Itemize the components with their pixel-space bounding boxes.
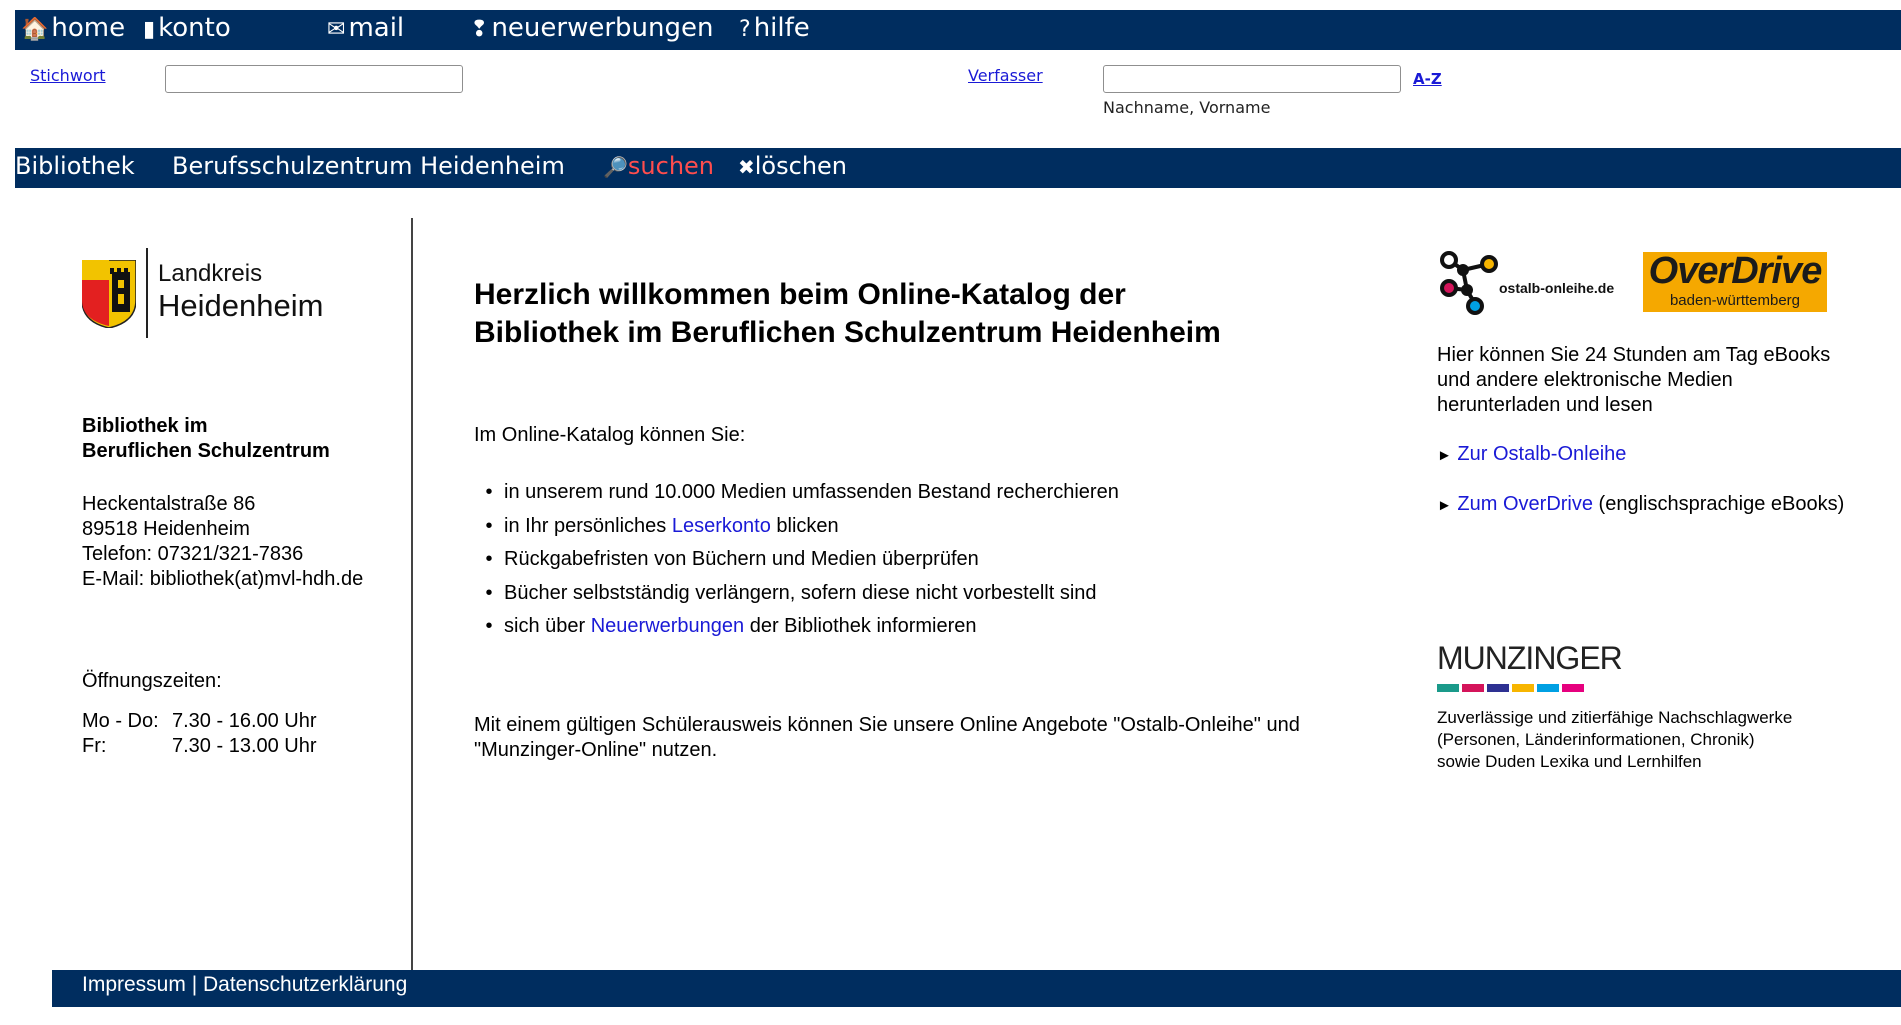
page-title-line2: Bibliothek im Beruflichen Schulzentrum H…: [474, 316, 1221, 349]
stichwort-label-link[interactable]: Stichwort: [30, 66, 106, 85]
ostalb-onleihe-link[interactable]: Zur Ostalb-Onleihe: [1457, 443, 1626, 465]
verfasser-hint: Nachname, Vorname: [1103, 98, 1271, 117]
nav-mail-label: mail: [348, 13, 405, 43]
logo-line1: Landkreis: [158, 260, 263, 287]
impressum-link[interactable]: Impressum: [82, 973, 186, 996]
hours-row: Fr: 7.30 - 13.00 Uhr: [82, 734, 317, 759]
overdrive-logo-text: OverDrive: [1648, 250, 1823, 292]
leserkonto-link[interactable]: Leserkonto: [672, 515, 771, 537]
address-street: Heckentalstraße 86: [82, 493, 256, 515]
clear-button-label: löschen: [754, 152, 848, 180]
library-label: Bibliothek: [15, 152, 135, 180]
account-icon: ▮: [143, 17, 156, 42]
address-email: E-Mail: bibliothek(at)mvl-hdh.de: [82, 568, 364, 590]
verfasser-input[interactable]: [1103, 65, 1401, 93]
az-index-link[interactable]: A-Z: [1413, 70, 1442, 88]
overdrive-item: ► Zum OverDrive (englischsprachige eBook…: [1437, 493, 1845, 515]
nav-home-label: home: [51, 13, 126, 43]
column-divider: [411, 218, 413, 970]
list-item: • in Ihr persönliches Leserkonto blicken: [485, 514, 839, 537]
org-name-line2: Beruflichen Schulzentrum: [82, 440, 330, 462]
hours-days: Fr:: [82, 735, 107, 757]
org-name-line1: Bibliothek im: [82, 415, 208, 437]
student-note: Mit einem gültigen Schülerausweis können…: [474, 714, 1300, 761]
partner-logos: ostalb-onleihe.de OverDrive baden-württe…: [1437, 246, 1829, 318]
feature-list: • in unserem rund 10.000 Medien umfassend…: [474, 476, 1119, 644]
overdrive-logo[interactable]: OverDrive baden-württemberg: [1643, 250, 1827, 312]
overdrive-logo-sub: baden-württemberg: [1669, 292, 1801, 309]
org-name: Bibliothek im Beruflichen Schulzentrum: [82, 414, 330, 464]
logo-line2: Heidenheim: [158, 288, 324, 323]
datenschutz-link[interactable]: Datenschutzerklärung: [203, 973, 407, 996]
top-strip: [0, 0, 1901, 10]
search-button-label: suchen: [627, 152, 715, 180]
library-bar: Bibliothek Berufsschulzentrum Heidenheim…: [15, 148, 1901, 188]
footer-links: Impressum | Datenschutzerklärung: [82, 973, 407, 997]
nav-konto-label: konto: [158, 13, 231, 43]
nav-hilfe[interactable]: ? hilfe: [739, 13, 810, 43]
munzinger-color-bar: [1462, 684, 1484, 692]
munzinger-description: Zuverlässige und zitierfähige Nachschlag…: [1437, 708, 1793, 771]
nav-konto[interactable]: ▮ konto: [143, 13, 231, 43]
munzinger-color-bar: [1562, 684, 1584, 692]
question-icon: ?: [739, 17, 751, 42]
munzinger-color-bar: [1437, 684, 1459, 692]
list-item: • in unserem rund 10.000 Medien umfassend…: [485, 481, 1119, 503]
page-title: Herzlich willkommen beim Online-Katalog …: [474, 276, 1354, 352]
ostalb-onleihe-item: ► Zur Ostalb-Onleihe: [1437, 442, 1857, 468]
footer-separator: |: [185, 973, 203, 996]
top-nav: 🏠 home ▮ konto ✉ mail ❢ neuerwerbungen ? hilf…: [15, 10, 1901, 50]
hours-table: Mo - Do: 7.30 - 16.00 Uhr Fr: 7.30 - 13.00…: [82, 709, 317, 759]
mail-icon: ✉: [327, 17, 346, 42]
logo-divider: [146, 248, 148, 338]
neuerwerbungen-link[interactable]: Neuerwerbungen: [591, 615, 744, 637]
ebook-info: Hier können Sie 24 Stunden am Tag eBooks…: [1437, 344, 1831, 416]
library-select[interactable]: Berufsschulzentrum Heidenheim: [172, 152, 565, 180]
search-button[interactable]: 🔎suchen: [603, 152, 714, 180]
munzinger-color-bar: [1512, 684, 1534, 692]
nav-neuerwerbungen[interactable]: ❢ neuerwerbungen: [470, 13, 713, 43]
nav-neuerwerbungen-label: neuerwerbungen: [491, 13, 714, 43]
search-icon: 🔎: [603, 155, 628, 179]
footer: Impressum | Datenschutzerklärung: [52, 970, 1901, 1007]
arrow-right-icon: ►: [1437, 497, 1452, 514]
munzinger-logo-text: MUNZINGER: [1437, 640, 1623, 676]
nav-home[interactable]: 🏠 home: [21, 13, 125, 43]
hours-time: 7.30 - 13.00 Uhr: [172, 735, 317, 757]
list-item: • Rückgabefristen von Büchern und Medien …: [485, 548, 979, 570]
page-title-line1: Herzlich willkommen beim Online-Katalog …: [474, 278, 1126, 311]
list-item: • Bücher selbstständig verlängern, sofern…: [485, 581, 1097, 604]
hours-title: Öffnungszeiten:: [82, 670, 222, 692]
arrow-right-icon: ►: [1437, 447, 1452, 464]
hours-row: Mo - Do: 7.30 - 16.00 Uhr: [82, 709, 317, 734]
hours-time: 7.30 - 16.00 Uhr: [172, 710, 317, 732]
nav-hilfe-label: hilfe: [753, 13, 810, 43]
address-city: 89518 Heidenheim: [82, 518, 250, 540]
hours-days: Mo - Do:: [82, 710, 159, 732]
list-item: • sich über Neuerwerbungen der Bibliothek…: [485, 615, 977, 637]
landkreis-logo: Landkreis Heidenheim: [82, 248, 342, 340]
verfasser-label-link[interactable]: Verfasser: [968, 66, 1043, 85]
close-icon: ✖: [738, 155, 755, 179]
coat-of-arms-icon: [82, 260, 136, 328]
intro-text: Im Online-Katalog können Sie:: [474, 424, 746, 446]
munzinger-color-bar: [1487, 684, 1509, 692]
onleihe-logo-text: ostalb-onleihe.de: [1499, 280, 1615, 296]
exclamation-icon: ❢: [470, 17, 489, 42]
munzinger-color-bar: [1537, 684, 1559, 692]
stichwort-input[interactable]: [165, 65, 463, 93]
house-icon: 🏠: [21, 17, 49, 42]
munzinger-logo[interactable]: MUNZINGER: [1437, 640, 1627, 692]
onleihe-logo-icon[interactable]: [1437, 250, 1499, 316]
nav-mail[interactable]: ✉ mail: [327, 13, 404, 43]
clear-button[interactable]: ✖löschen: [738, 152, 847, 180]
address-phone: Telefon: 07321/321-7836: [82, 543, 304, 565]
address-block: Heckentalstraße 86 89518 Heidenheim Tele…: [82, 492, 363, 592]
overdrive-link[interactable]: Zum OverDrive: [1457, 493, 1593, 515]
